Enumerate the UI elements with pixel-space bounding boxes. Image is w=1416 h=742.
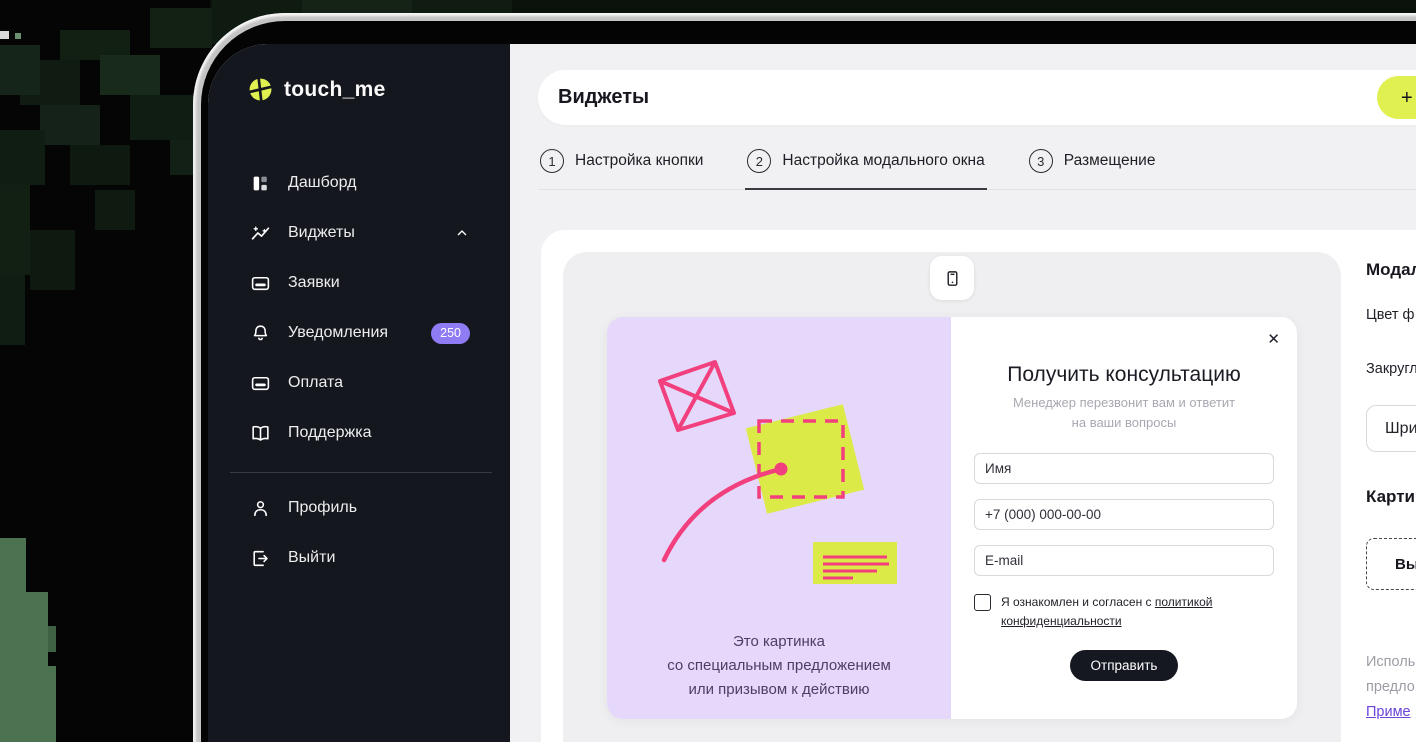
app-screen: touch_me Дашборд Виджеты Заявки Уведомле…: [208, 44, 1416, 742]
tab-number: 2: [747, 149, 772, 173]
tab-number: 3: [1028, 149, 1053, 173]
brand-logo[interactable]: touch_me: [208, 44, 510, 102]
notifications-count-badge: 250: [431, 322, 470, 344]
sidebar-item-label: Заявки: [288, 274, 340, 291]
modal-title: Получить консультацию: [1007, 363, 1241, 386]
content-card: Это картинка со специальным предложением…: [541, 230, 1416, 742]
wizard-tabs: 1 Настройка кнопки 2 Настройка модальног…: [538, 139, 1416, 190]
mobile-icon: [947, 270, 957, 286]
modal-image-area: Это картинка со специальным предложением…: [607, 317, 951, 719]
tab-number: 1: [540, 149, 564, 173]
image-caption-line: или призывом к действию: [688, 681, 870, 698]
page-title: Виджеты: [558, 86, 650, 108]
widget-preview-panel: Это картинка со специальным предложением…: [563, 252, 1341, 742]
modal-subtitle-line: Менеджер перезвонит вам и ответит: [1012, 395, 1236, 410]
consent-checkbox[interactable]: [974, 594, 991, 611]
bg-color-label: Цвет ф: [1366, 307, 1415, 323]
sidebar-item-requests[interactable]: Заявки: [208, 258, 510, 308]
profile-icon: [254, 500, 267, 516]
sidebar-item-label: Уведомления: [288, 324, 389, 341]
modal-settings-heading: Модал: [1366, 260, 1416, 279]
image-hint: Исполь предло Приме: [1366, 650, 1416, 725]
sidebar-item-label: Виджеты: [288, 224, 355, 241]
close-icon[interactable]: ✕: [1267, 332, 1280, 347]
bell-icon: [253, 324, 268, 340]
radius-label: Закругл: [1366, 361, 1416, 377]
modal-form-area: ✕ Получить консультацию Менеджер перезво…: [951, 317, 1297, 719]
modal-settings-panel: Модал Цвет ф Закругл Шри Карти Вы Исполь…: [1366, 252, 1416, 725]
email-field[interactable]: [974, 545, 1274, 576]
modal-preview: Это картинка со специальным предложением…: [607, 317, 1297, 719]
chevron-up-icon[interactable]: [454, 225, 470, 241]
brand-name: touch_me: [284, 77, 386, 101]
tab-button-settings[interactable]: 1 Настройка кнопки: [538, 139, 705, 190]
dashboard-icon: [253, 176, 267, 190]
mobile-preview-toggle[interactable]: [930, 256, 974, 300]
consent-label: Я ознакомлен и согласен с политикой конф…: [1001, 593, 1233, 631]
modal-subtitle-line: на ваши вопросы: [1071, 414, 1177, 430]
tab-placement[interactable]: 3 Размещение: [1027, 139, 1158, 190]
sidebar-item-logout[interactable]: Выйти: [208, 533, 510, 583]
sidebar-item-dashboard[interactable]: Дашборд: [208, 158, 510, 208]
example-link[interactable]: Приме: [1366, 704, 1411, 720]
tab-modal-settings[interactable]: 2 Настройка модального окна: [745, 139, 987, 190]
consent-text: Я ознакомлен и согласен с: [1001, 595, 1155, 609]
sidebar-item-profile[interactable]: Профиль: [208, 483, 510, 533]
sidebar-item-widgets[interactable]: Виджеты: [208, 208, 510, 258]
submit-button[interactable]: Отправить: [1069, 650, 1179, 682]
add-widget-button[interactable]: + До: [1377, 76, 1416, 119]
consent-row: Я ознакомлен и согласен с политикой конф…: [974, 593, 1274, 631]
brand-logo-icon: [248, 77, 273, 102]
sidebar-item-label: Профиль: [288, 499, 358, 516]
sidebar-item-support[interactable]: Поддержка: [208, 408, 510, 458]
sidebar-item-label: Выйти: [288, 549, 336, 566]
sidebar-item-notifications[interactable]: Уведомления 250: [208, 308, 510, 358]
image-caption: Это картинка со специальным предложением…: [607, 630, 951, 702]
modal-subtitle: Менеджер перезвонит вам и ответит на ваш…: [974, 393, 1274, 432]
sidebar-divider: [230, 472, 492, 473]
font-select[interactable]: Шри: [1366, 405, 1416, 452]
image-hint-line: предло: [1366, 679, 1415, 695]
sidebar-item-payment[interactable]: Оплата: [208, 358, 510, 408]
main-area: Виджеты + До 1 Настройка кнопки 2 Настро…: [510, 44, 1416, 742]
phone-field[interactable]: [974, 499, 1274, 530]
page-background: touch_me Дашборд Виджеты Заявки Уведомле…: [0, 0, 1416, 742]
sidebar-item-label: Поддержка: [288, 424, 372, 441]
image-hint-line: Исполь: [1366, 654, 1416, 670]
widgets-icon: [251, 226, 270, 240]
image-caption-line: со специальным предложением: [667, 657, 891, 674]
tab-label: Размещение: [1063, 152, 1156, 169]
support-book-icon: [252, 425, 269, 441]
name-field[interactable]: [974, 453, 1274, 484]
plus-icon: +: [1401, 86, 1413, 109]
page-header: Виджеты + До: [538, 70, 1416, 125]
sidebar-item-label: Оплата: [288, 374, 344, 391]
sidebar: touch_me Дашборд Виджеты Заявки Уведомле…: [208, 44, 510, 742]
image-upload-dropzone[interactable]: Вы: [1366, 538, 1416, 590]
tab-label: Настройка модального окна: [782, 152, 985, 169]
sidebar-nav: Дашборд Виджеты Заявки Уведомления 250 О…: [208, 158, 510, 583]
logout-icon: [253, 550, 268, 566]
sidebar-item-label: Дашборд: [288, 174, 357, 191]
payment-card-icon: [251, 376, 270, 390]
tab-label: Настройка кнопки: [575, 152, 704, 169]
image-settings-heading: Карти: [1366, 487, 1415, 506]
image-caption-line: Это картинка: [732, 633, 825, 650]
requests-card-icon: [251, 276, 270, 290]
